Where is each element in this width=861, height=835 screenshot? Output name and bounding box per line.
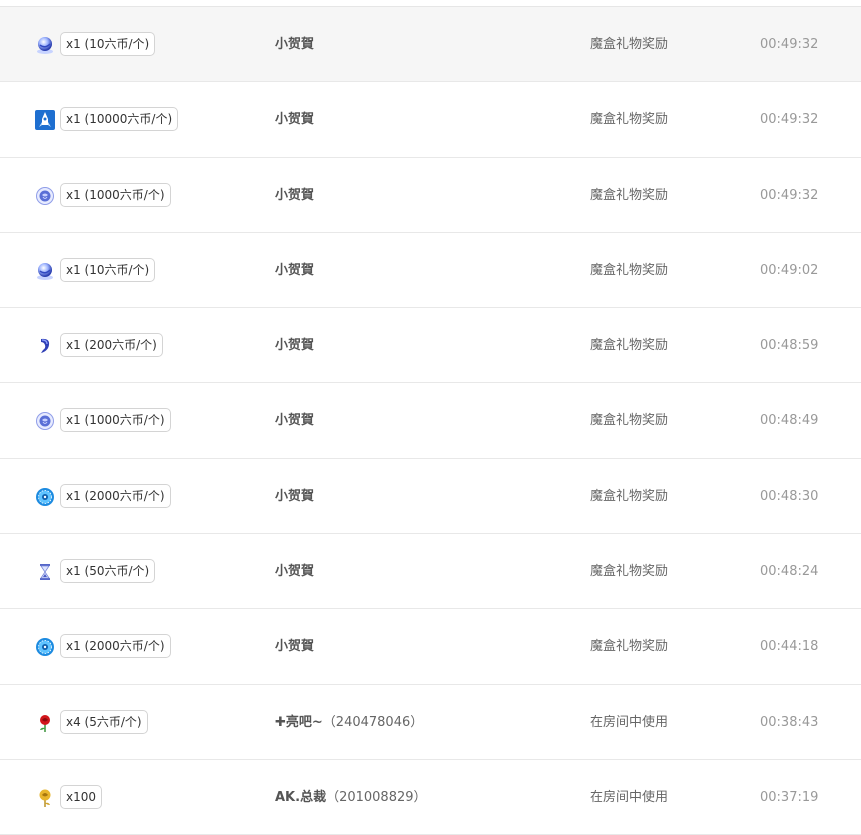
gift-count-badge: x1 (2000六币/个) bbox=[60, 634, 171, 659]
timestamp: 00:49:32 bbox=[760, 187, 819, 203]
timestamp: 00:49:02 bbox=[760, 262, 819, 278]
gift-count-badge: x1 (1000六币/个) bbox=[60, 408, 171, 433]
user-nickname[interactable]: 小贺賀 bbox=[275, 639, 314, 654]
timestamp: 00:44:18 bbox=[760, 639, 819, 655]
gift-record-row: x100 AK.总裁（201008829） 在房间中使用 00:37:19 bbox=[0, 760, 861, 835]
timestamp: 00:49:32 bbox=[760, 112, 819, 128]
gift-count-badge: x1 (10六币/个) bbox=[60, 32, 156, 56]
gift-source: 魔盒礼物奖励 bbox=[590, 564, 669, 580]
gift-source: 在房间中使用 bbox=[590, 714, 669, 730]
gift-record-row: x1 (2000六币/个) 小贺賀 魔盒礼物奖励 00:44:18 bbox=[0, 609, 861, 685]
user-nickname[interactable]: 小贺賀 bbox=[275, 188, 314, 203]
user-nickname[interactable]: AK.总裁 bbox=[275, 790, 326, 805]
blue-rose-ball-gift-icon bbox=[35, 411, 55, 431]
timestamp: 00:38:43 bbox=[760, 714, 819, 730]
gift-record-row: x1 (10000六币/个) 小贺賀 魔盒礼物奖励 00:49:32 bbox=[0, 82, 861, 158]
user-cell: ✚亮吧~（240478046） bbox=[275, 685, 423, 760]
gift-source: 魔盒礼物奖励 bbox=[590, 413, 669, 429]
user-cell: 小贺賀 bbox=[275, 308, 314, 383]
gift-record-row: x1 (2000六币/个) 小贺賀 魔盒礼物奖励 00:48:30 bbox=[0, 459, 861, 535]
blue-wheel-gift-icon bbox=[35, 637, 55, 657]
gift-source: 魔盒礼物奖励 bbox=[590, 187, 669, 203]
gift-count-badge: x1 (10六币/个) bbox=[60, 257, 156, 282]
user-nickname[interactable]: 小贺賀 bbox=[275, 413, 314, 428]
gift-count-badge: x1 (2000六币/个) bbox=[60, 483, 171, 508]
gift-source: 魔盒礼物奖励 bbox=[590, 262, 669, 278]
user-cell: 小贺賀 bbox=[275, 233, 314, 308]
user-cell: 小贺賀 bbox=[275, 82, 314, 157]
gift-record-row: x1 (1000六币/个) 小贺賀 魔盒礼物奖励 00:48:49 bbox=[0, 383, 861, 459]
user-nickname[interactable]: 小贺賀 bbox=[275, 263, 314, 278]
user-cell: 小贺賀 bbox=[275, 158, 314, 233]
blue-horn-gift-icon bbox=[35, 336, 55, 356]
gift-record-row: x1 (10六币/个) 小贺賀 魔盒礼物奖励 00:49:02 bbox=[0, 233, 861, 309]
gift-record-row: x1 (50六币/个) 小贺賀 魔盒礼物奖励 00:48:24 bbox=[0, 534, 861, 610]
gift-record-row: x1 (200六币/个) 小贺賀 魔盒礼物奖励 00:48:59 bbox=[0, 308, 861, 384]
user-id: （201008829） bbox=[326, 789, 427, 805]
user-cell: 小贺賀 bbox=[275, 383, 314, 458]
gold-rose-gift-icon bbox=[35, 788, 55, 808]
gift-count-badge: x1 (50六币/个) bbox=[60, 559, 156, 584]
gift-record-row: x1 (10六币/个) 小贺賀 魔盒礼物奖励 00:49:32 bbox=[0, 7, 861, 83]
user-nickname[interactable]: 小贺賀 bbox=[275, 489, 314, 504]
user-cell: 小贺賀 bbox=[275, 609, 314, 684]
user-nickname[interactable]: 小贺賀 bbox=[275, 112, 314, 127]
gift-source: 魔盒礼物奖励 bbox=[590, 112, 669, 128]
crystal-orb-gift-icon bbox=[35, 261, 55, 281]
hourglass-gift-icon bbox=[35, 562, 55, 582]
gift-source: 魔盒礼物奖励 bbox=[590, 639, 669, 655]
gift-source: 魔盒礼物奖励 bbox=[590, 37, 669, 52]
timestamp: 00:48:49 bbox=[760, 413, 819, 429]
gift-count-badge: x1 (10000六币/个) bbox=[60, 107, 179, 132]
user-id: （240478046） bbox=[322, 714, 424, 730]
user-cell: 小贺賀 bbox=[275, 7, 314, 82]
gift-record-row: x4 (5六币/个) ✚亮吧~（240478046） 在房间中使用 00:38:43 bbox=[0, 685, 861, 760]
gift-count-badge: x4 (5六币/个) bbox=[60, 709, 148, 734]
gift-count-badge: x1 (1000六币/个) bbox=[60, 182, 171, 207]
blue-rose-ball-gift-icon bbox=[35, 186, 55, 206]
user-cell: AK.总裁（201008829） bbox=[275, 760, 427, 835]
gift-record-list: x1 (10六币/个) 小贺賀 魔盒礼物奖励 00:49:32 x1 (10000六币/… bbox=[0, 7, 861, 835]
user-nickname[interactable]: ✚亮吧~ bbox=[275, 715, 323, 730]
user-cell: 小贺賀 bbox=[275, 459, 314, 534]
gift-source: 魔盒礼物奖励 bbox=[590, 488, 669, 504]
timestamp: 00:48:59 bbox=[760, 338, 819, 354]
red-rose-gift-icon bbox=[35, 713, 55, 733]
timestamp: 00:48:30 bbox=[760, 488, 819, 504]
gift-record-row: x1 (1000六币/个) 小贺賀 魔盒礼物奖励 00:49:32 bbox=[0, 158, 861, 233]
gift-count-badge: x1 (200六币/个) bbox=[60, 333, 163, 358]
gift-source: 在房间中使用 bbox=[590, 789, 669, 805]
user-nickname[interactable]: 小贺賀 bbox=[275, 564, 314, 579]
user-nickname[interactable]: 小贺賀 bbox=[275, 37, 314, 52]
rocket-gift-icon bbox=[35, 110, 55, 131]
gift-source: 魔盒礼物奖励 bbox=[590, 338, 669, 354]
timestamp: 00:49:32 bbox=[760, 37, 819, 52]
user-nickname[interactable]: 小贺賀 bbox=[275, 338, 314, 353]
gift-count-badge: x100 bbox=[60, 784, 103, 809]
blue-wheel-gift-icon bbox=[35, 487, 55, 507]
timestamp: 00:37:19 bbox=[760, 789, 819, 805]
crystal-orb-gift-icon bbox=[35, 35, 55, 55]
timestamp: 00:48:24 bbox=[760, 564, 819, 580]
user-cell: 小贺賀 bbox=[275, 534, 314, 609]
